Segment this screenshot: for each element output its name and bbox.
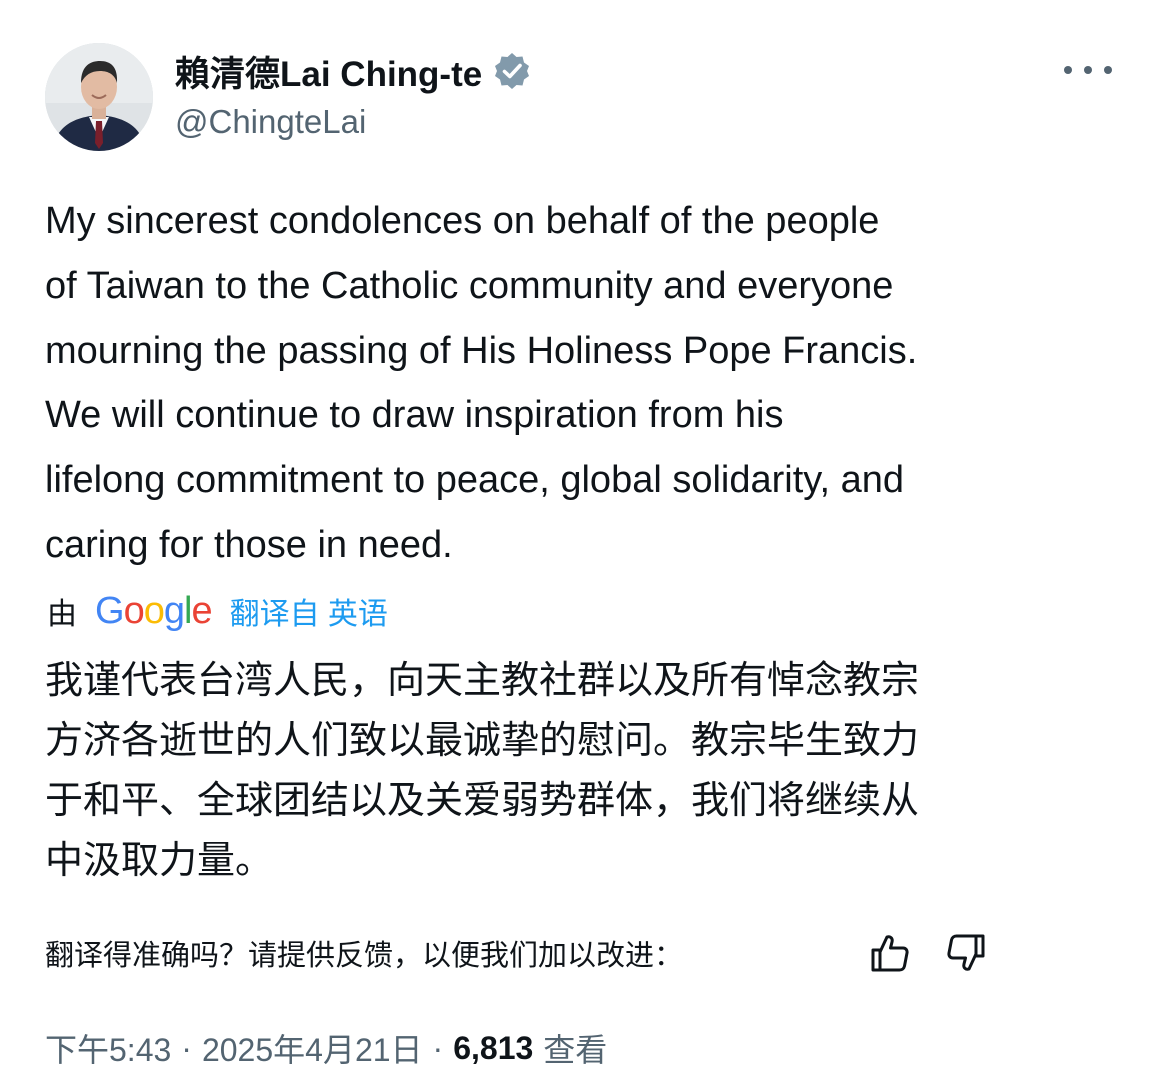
tweet-text: My sincerest condolences on behalf of th…	[45, 189, 1125, 578]
more-horizontal-icon-dot	[1104, 66, 1112, 74]
google-logo: Google	[95, 590, 213, 632]
meta-separator: ·	[181, 1029, 192, 1066]
author-name-row: 賴清德Lai Ching-te	[175, 48, 532, 94]
tweet-text-line: caring for those in need.	[45, 523, 453, 566]
tweet-date[interactable]: 2025年4月21日	[202, 1025, 423, 1071]
tweet-time[interactable]: 下午5:43	[45, 1025, 171, 1071]
translation-attribution: 由 Google 翻译自 英语	[47, 585, 388, 637]
views-label: 查看	[543, 1032, 608, 1068]
translated-text-line: 方济各逝世的人们致以最诚挚的慰问。教宗毕生致力	[45, 720, 920, 762]
google-logo-letter: o	[143, 590, 165, 632]
tweet-text-line: of Taiwan to the Catholic community and …	[45, 264, 894, 307]
translated-by-label: 由	[47, 598, 77, 631]
translated-text: 我谨代表台湾人民，向天主教社群以及所有悼念教宗 方济各逝世的人们致以最诚挚的慰问…	[45, 651, 1125, 891]
translated-text-line: 我谨代表台湾人民，向天主教社群以及所有悼念教宗	[45, 660, 920, 702]
views-count: 6,813	[453, 1029, 534, 1066]
thumbs-up-icon[interactable]	[869, 932, 911, 974]
tweet-card: 賴清德Lai Ching-te @ChingteLai My sincerest…	[0, 0, 1157, 1080]
more-options-button[interactable]	[1064, 55, 1112, 85]
more-horizontal-icon-dot	[1084, 66, 1092, 74]
translation-feedback: 翻译得准确吗？请提供反馈，以便我们加以改进：	[45, 928, 1005, 978]
google-logo-letter: g	[163, 590, 185, 632]
author-display-name[interactable]: 賴清德Lai Ching-te	[175, 46, 482, 97]
google-logo-letter: e	[191, 590, 212, 632]
author-handle[interactable]: @ChingteLai	[175, 103, 366, 141]
google-logo-letter: G	[95, 590, 125, 632]
more-horizontal-icon-dot	[1064, 66, 1072, 74]
tweet-text-line: mourning the passing of His Holiness Pop…	[45, 329, 918, 372]
translated-from-link[interactable]: 翻译自 英语	[230, 589, 388, 633]
google-logo-letter: l	[183, 590, 193, 632]
tweet-text-line: My sincerest condolences on behalf of th…	[45, 200, 880, 242]
google-logo-letter: o	[123, 590, 145, 632]
translated-text-line: 中汲取力量。	[45, 840, 274, 882]
tweet-meta: 下午5:43 · 2025年4月21日 · 6,813 查看	[45, 1022, 607, 1074]
meta-separator: ·	[432, 1029, 444, 1066]
thumbs-down-icon[interactable]	[945, 932, 987, 974]
verified-badge-icon[interactable]	[492, 51, 532, 91]
feedback-prompt: 翻译得准确吗？请提供反馈，以便我们加以改进：	[45, 940, 684, 972]
translated-text-line: 于和平、全球团结以及关爱弱势群体，我们将继续从	[45, 780, 920, 822]
avatar[interactable]	[45, 43, 153, 151]
tweet-text-line: We will continue to draw inspiration fro…	[45, 394, 784, 437]
tweet-text-line: lifelong commitment to peace, global sol…	[45, 459, 904, 502]
